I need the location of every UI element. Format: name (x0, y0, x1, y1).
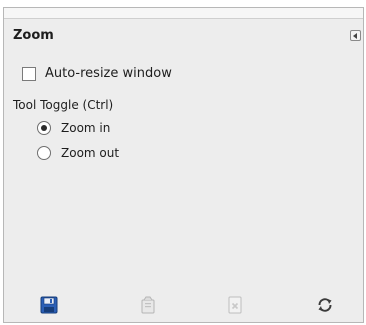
zoom-in-radio[interactable] (37, 121, 51, 135)
tool-options-panel: Zoom Auto-resize window Tool Toggle (Ctr… (3, 7, 364, 323)
auto-resize-checkbox[interactable] (22, 67, 36, 81)
save-icon (40, 296, 58, 314)
zoom-in-option[interactable]: Zoom in (37, 119, 110, 137)
delete-icon (228, 296, 242, 314)
panel-title: Zoom (13, 28, 54, 43)
dock-top-strip (4, 8, 363, 19)
reset-icon (318, 298, 332, 312)
zoom-out-option[interactable]: Zoom out (37, 144, 119, 162)
zoom-out-radio[interactable] (37, 146, 51, 160)
zoom-in-label[interactable]: Zoom in (61, 119, 110, 137)
panel-button-bar (4, 288, 363, 322)
auto-resize-option[interactable]: Auto-resize window (22, 64, 172, 84)
panel-header: Zoom (4, 27, 363, 45)
restore-options-button[interactable] (139, 296, 157, 314)
tab-menu-icon[interactable] (350, 30, 361, 41)
window-frame: Zoom Auto-resize window Tool Toggle (Ctr… (0, 0, 366, 325)
zoom-out-label[interactable]: Zoom out (61, 144, 119, 162)
reset-options-button[interactable] (316, 296, 334, 314)
auto-resize-label[interactable]: Auto-resize window (45, 64, 172, 84)
save-options-button[interactable] (40, 296, 58, 314)
delete-options-button[interactable] (226, 296, 244, 314)
restore-icon (141, 296, 155, 314)
tool-toggle-label: Tool Toggle (Ctrl) (13, 98, 114, 112)
